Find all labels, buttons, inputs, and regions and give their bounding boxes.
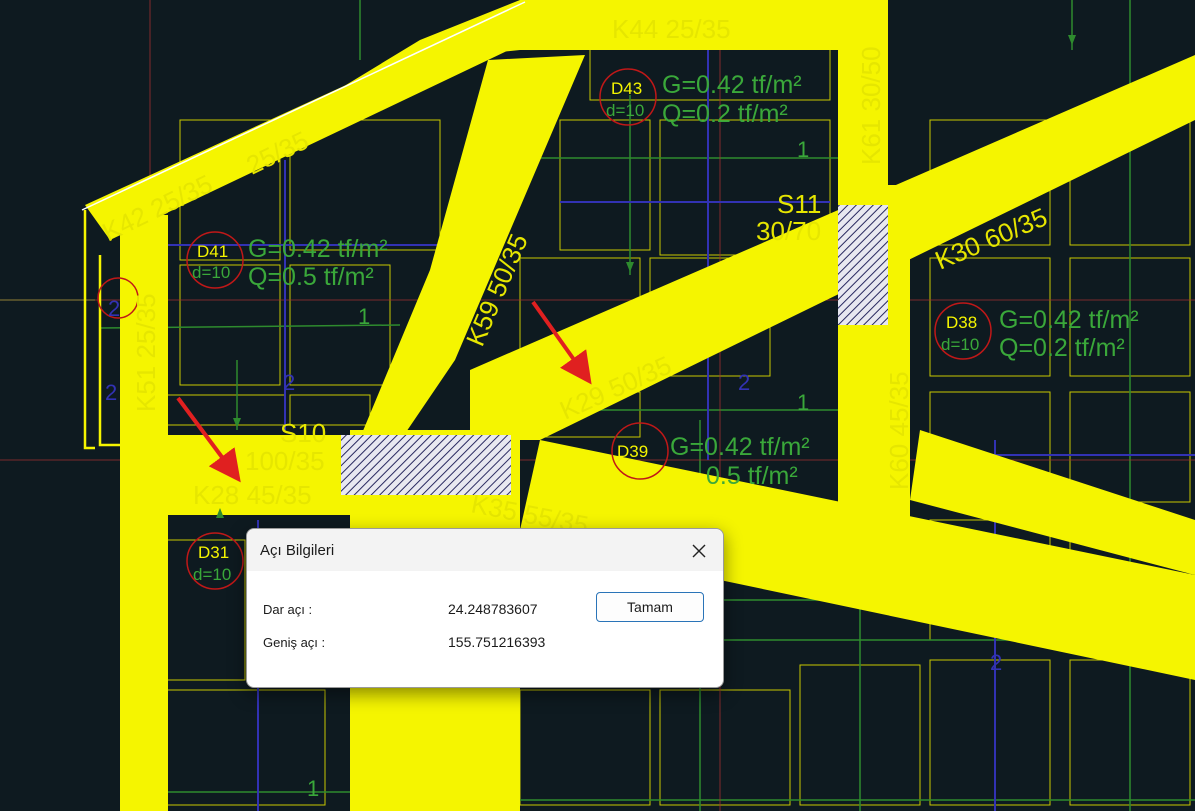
slab-id-d41: D41	[197, 242, 228, 261]
beam-label-k51: K51 25/35	[131, 293, 161, 412]
beam-label-k60: K60 45/35	[884, 371, 914, 490]
axis-number: 2	[738, 370, 750, 395]
slab-g-d41: G=0.42 tf/m²	[248, 235, 388, 263]
dialog-title: Açı Bilgileri	[260, 542, 335, 559]
axis-number: 1	[797, 390, 809, 415]
slab-q-d43: Q=0.2 tf/m²	[662, 100, 788, 128]
slab-thickness-d41: d=10	[192, 263, 230, 282]
column-s11[interactable]	[838, 205, 888, 325]
close-button[interactable]	[685, 537, 713, 565]
slab-thickness-d31: d=10	[193, 565, 231, 584]
narrow-angle-value: 24.248783607	[448, 601, 538, 617]
slab-q-d38: Q=0.2 tf/m²	[999, 334, 1125, 362]
dialog-body: Dar açı : 24.248783607 Geniş açı : 155.7…	[247, 571, 723, 687]
slab-g-d38: G=0.42 tf/m²	[999, 306, 1139, 334]
column-s10-name: S10	[280, 418, 326, 448]
column-s10-size: 100/35	[245, 446, 325, 476]
cad-drawing-canvas[interactable]: K44 25/35 K61 30/50 K42 25/35 25/35 K51 …	[0, 0, 1195, 811]
axis-number: 2	[105, 380, 117, 405]
axis-number: 1	[358, 304, 370, 329]
dialog-titlebar[interactable]: Açı Bilgileri	[247, 529, 723, 571]
axis-number: 1	[307, 776, 319, 801]
slab-q-d41: Q=0.5 tf/m²	[248, 263, 374, 291]
slab-q-d39: 0.5 tf/m²	[706, 462, 798, 490]
axis-number: 2	[283, 370, 295, 395]
slab-id-d31: D31	[198, 543, 229, 562]
wide-angle-label: Geniş açı :	[263, 635, 326, 650]
axis-number: 2	[990, 650, 1002, 675]
column-s10[interactable]	[341, 435, 511, 495]
slab-id-d38: D38	[946, 313, 977, 332]
close-icon	[692, 544, 706, 558]
axis-number: 2	[108, 296, 120, 321]
slab-g-d43: G=0.42 tf/m²	[662, 71, 802, 99]
axis-number: 1	[797, 137, 809, 162]
beam-label-k61: K61 30/50	[856, 46, 886, 165]
slab-thickness-d38: d=10	[941, 335, 979, 354]
slab-g-d39: G=0.42 tf/m²	[670, 433, 810, 461]
ok-button[interactable]: Tamam	[596, 592, 704, 622]
slab-id-d39: D39	[617, 442, 648, 461]
narrow-angle-label: Dar açı :	[263, 602, 313, 617]
beam-label-k28: K28 45/35	[193, 480, 312, 510]
column-s11-name: S11	[777, 189, 821, 219]
slab-id-d43: D43	[611, 79, 642, 98]
beam-label-k44: K44 25/35	[612, 14, 731, 44]
angle-info-dialog: Açı Bilgileri Dar açı : 24.248783607 Gen…	[246, 528, 724, 688]
wide-angle-value: 155.751216393	[448, 634, 546, 650]
column-s11-size: 30/70	[756, 216, 821, 246]
slab-thickness-d43: d=10	[606, 101, 644, 120]
